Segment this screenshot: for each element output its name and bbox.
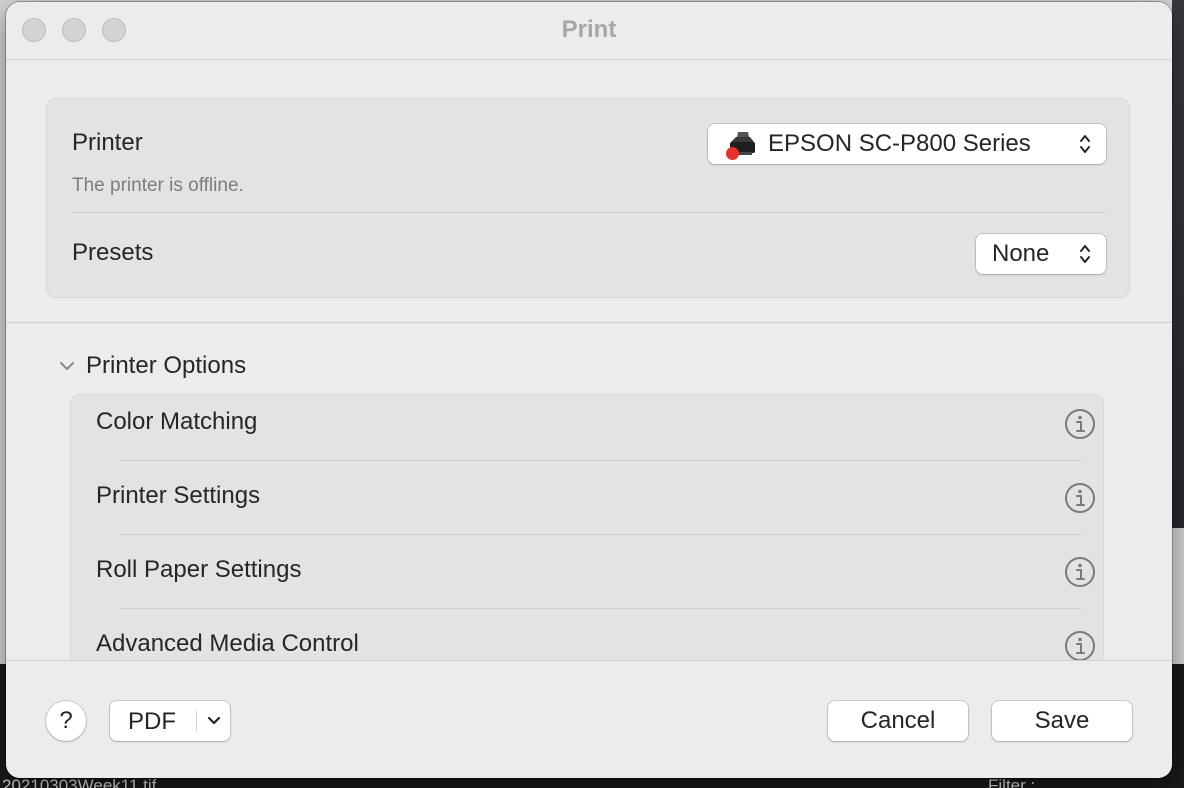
printer-label: Printer xyxy=(72,129,143,156)
pdf-menu-button[interactable]: PDF xyxy=(110,701,230,741)
printer-popup-value: EPSON SC-P800 Series xyxy=(768,130,1031,157)
offline-status-dot xyxy=(726,147,739,160)
option-label: Printer Settings xyxy=(96,482,261,509)
row-separator xyxy=(120,608,1082,609)
presets-popup-value: None xyxy=(992,240,1050,267)
row-separator xyxy=(120,460,1082,461)
presets-popup[interactable]: None xyxy=(976,234,1106,274)
row-separator xyxy=(120,534,1082,535)
print-dialog: Print Printer The printer is offline. EP… xyxy=(6,2,1172,778)
info-icon[interactable] xyxy=(1064,408,1096,440)
pdf-button-label: PDF xyxy=(128,708,176,735)
printer-presets-separator xyxy=(72,212,1106,213)
up-down-arrows-icon xyxy=(1080,135,1090,153)
option-label: Roll Paper Settings xyxy=(96,556,302,583)
section-divider xyxy=(6,322,1172,323)
title-bar: Print xyxy=(6,2,1172,60)
cancel-button[interactable]: Cancel xyxy=(828,701,968,741)
help-button[interactable]: ? xyxy=(46,701,86,741)
option-label: Color Matching xyxy=(96,408,258,435)
list-item-roll-paper-settings[interactable]: Roll Paper Settings xyxy=(70,542,1104,616)
save-button[interactable]: Save xyxy=(992,701,1132,741)
info-icon[interactable] xyxy=(1064,556,1096,588)
info-icon[interactable] xyxy=(1064,482,1096,514)
info-icon[interactable] xyxy=(1064,630,1096,662)
printer-options-title[interactable]: Printer Options xyxy=(86,352,246,380)
window-title: Print xyxy=(561,16,617,43)
pdf-button-divider xyxy=(196,711,197,731)
up-down-arrows-icon xyxy=(1080,245,1090,263)
list-item-color-matching[interactable]: Color Matching xyxy=(70,394,1104,468)
option-label: Advanced Media Control xyxy=(96,630,359,657)
printer-status-text: The printer is offline. xyxy=(72,175,244,196)
chevron-down-icon[interactable] xyxy=(58,359,76,373)
list-item-printer-settings[interactable]: Printer Settings xyxy=(70,468,1104,542)
presets-label: Presets xyxy=(72,239,154,266)
printer-popup[interactable]: EPSON SC-P800 Series xyxy=(708,124,1106,164)
dialog-footer: ? PDF Cancel Save xyxy=(6,660,1172,778)
background-image-strip xyxy=(1172,0,1184,528)
chevron-down-icon[interactable] xyxy=(206,714,222,728)
